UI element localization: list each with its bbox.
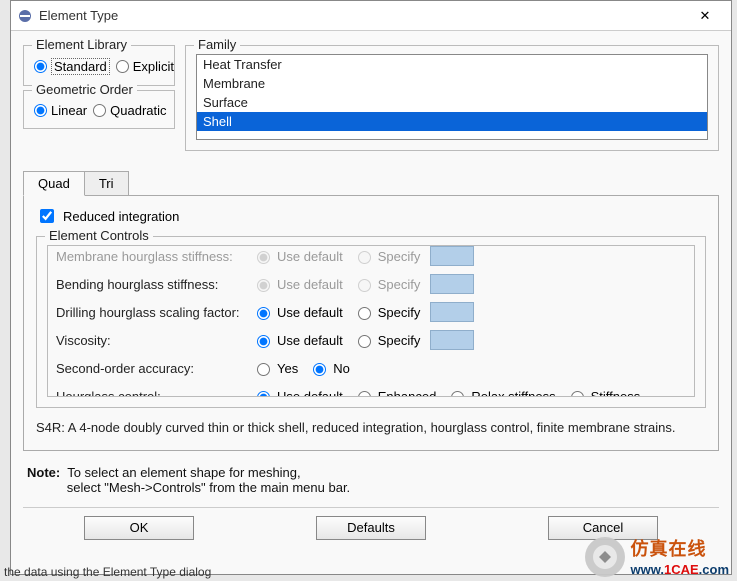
radio-explicit[interactable]: Explicit	[116, 59, 174, 74]
second-order-label: Second-order accuracy:	[56, 361, 246, 376]
membrane-specify: Specify	[353, 248, 421, 264]
titlebar: Element Type ✕	[11, 1, 731, 31]
hourglass-relax[interactable]: Relax stiffness	[446, 388, 555, 397]
checkbox-reduced-integration[interactable]	[40, 209, 54, 223]
window-title: Element Type	[39, 8, 685, 23]
close-icon: ✕	[700, 8, 711, 24]
defaults-button[interactable]: Defaults	[316, 516, 426, 540]
bending-default: Use default	[252, 276, 343, 292]
family-item-heat-transfer[interactable]: Heat Transfer	[197, 55, 707, 74]
radio-standard[interactable]: Standard	[34, 58, 110, 75]
tab-quad-content: Reduced integration Element Controls Mem…	[23, 195, 719, 451]
geometric-order-group: Geometric Order Linear Quadratic	[23, 90, 175, 129]
family-item-membrane[interactable]: Membrane	[197, 74, 707, 93]
note-text: Note: To select an element shape for mes…	[27, 465, 715, 495]
radio-explicit-label: Explicit	[133, 59, 174, 74]
membrane-value	[430, 246, 474, 266]
cancel-button[interactable]: Cancel	[548, 516, 658, 540]
dialog-content: Element Library Standard Explicit Geomet…	[11, 31, 731, 550]
bending-label: Bending hourglass stiffness:	[56, 277, 246, 292]
radio-quadratic-label: Quadratic	[110, 103, 166, 118]
element-library-group: Element Library Standard Explicit	[23, 45, 175, 86]
membrane-default: Use default	[252, 248, 343, 264]
tab-quad[interactable]: Quad	[23, 171, 85, 196]
family-legend: Family	[194, 37, 240, 52]
family-item-shell[interactable]: Shell	[197, 112, 707, 131]
note-line1: To select an element shape for meshing,	[67, 465, 300, 480]
tab-tri[interactable]: Tri	[84, 171, 129, 196]
viscosity-specify[interactable]: Specify	[353, 332, 421, 348]
reduced-integration-label: Reduced integration	[63, 209, 179, 224]
hourglass-default[interactable]: Use default	[252, 388, 343, 397]
family-listbox[interactable]: Heat Transfer Membrane Surface Shell	[196, 54, 708, 140]
element-description: S4R: A 4-node doubly curved thin or thic…	[36, 418, 706, 438]
bending-value	[430, 274, 474, 294]
hourglass-enhanced[interactable]: Enhanced	[353, 388, 437, 397]
family-group: Family Heat Transfer Membrane Surface Sh…	[185, 45, 719, 151]
app-icon	[17, 8, 33, 24]
note-line2: select "Mesh->Controls" from the main me…	[67, 480, 350, 495]
radio-standard-label: Standard	[51, 58, 110, 75]
element-controls-legend: Element Controls	[45, 228, 153, 243]
bending-specify: Specify	[353, 276, 421, 292]
background-text: the data using the Element Type dialog	[0, 563, 215, 581]
radio-standard-input[interactable]	[34, 60, 47, 73]
element-controls-group: Element Controls Membrane hourglass stif…	[36, 236, 706, 408]
second-order-no[interactable]: No	[308, 360, 350, 376]
shape-tabs: Quad Tri	[23, 171, 719, 196]
radio-linear-label: Linear	[51, 103, 87, 118]
viscosity-label: Viscosity:	[56, 333, 246, 348]
radio-quadratic[interactable]: Quadratic	[93, 103, 166, 118]
second-order-yes[interactable]: Yes	[252, 360, 298, 376]
family-item-surface[interactable]: Surface	[197, 93, 707, 112]
dialog-buttons: OK Defaults Cancel	[23, 507, 719, 540]
drilling-value[interactable]	[430, 302, 474, 322]
element-controls-scroll[interactable]: Membrane hourglass stiffness: Use defaul…	[47, 245, 695, 397]
hourglass-label: Hourglass control:	[56, 389, 246, 398]
hourglass-stiffness[interactable]: Stiffness	[566, 388, 641, 397]
drilling-label: Drilling hourglass scaling factor:	[56, 305, 246, 320]
radio-explicit-input[interactable]	[116, 60, 129, 73]
close-button[interactable]: ✕	[685, 2, 725, 30]
dialog-window: Element Type ✕ Element Library Standard …	[10, 0, 732, 575]
geometric-order-legend: Geometric Order	[32, 82, 137, 97]
ok-button[interactable]: OK	[84, 516, 194, 540]
membrane-label: Membrane hourglass stiffness:	[56, 249, 246, 264]
drilling-default[interactable]: Use default	[252, 304, 343, 320]
viscosity-default[interactable]: Use default	[252, 332, 343, 348]
radio-linear[interactable]: Linear	[34, 103, 87, 118]
viscosity-value[interactable]	[430, 330, 474, 350]
radio-quadratic-input[interactable]	[93, 104, 106, 117]
drilling-specify[interactable]: Specify	[353, 304, 421, 320]
note-label: Note:	[27, 465, 60, 480]
element-library-legend: Element Library	[32, 37, 131, 52]
radio-linear-input[interactable]	[34, 104, 47, 117]
